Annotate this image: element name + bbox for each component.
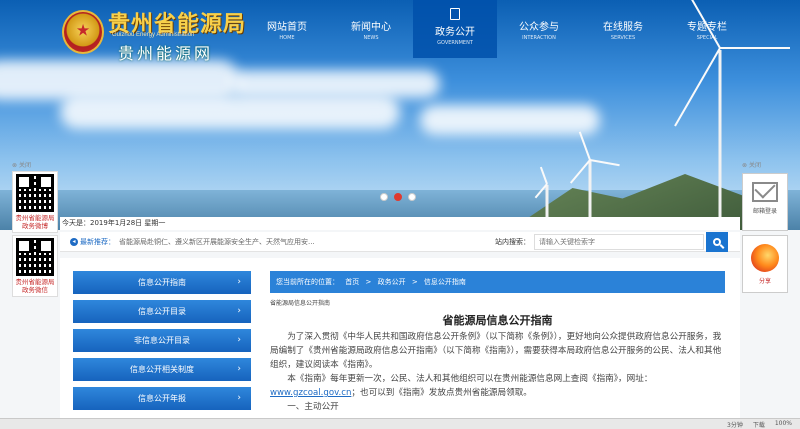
chevron-right-icon: › [237, 335, 241, 345]
article-paragraph: 本《指南》每年更新一次，公民、法人和其他组织可以在贵州能源信息网上查阅《指南》，… [270, 374, 653, 398]
national-emblem-icon: ★ [62, 10, 104, 54]
sidebar-item-label: 信息公开年报 [138, 394, 186, 403]
nav-label: 政务公开 [435, 27, 475, 38]
breadcrumb-sep: > [411, 278, 418, 286]
float-left-panel: ⊗ 关闭 贵州省能源局政务微博 贵州省能源局政务微信 [12, 160, 58, 297]
main-content: 信息公开指南 › 信息公开目录 › 非信息公开目录 › 信息公开相关制度 › 信息公开年… [60, 258, 740, 418]
mail-icon [752, 182, 778, 202]
search-label: 站内搜索： [495, 237, 530, 246]
search-input[interactable] [534, 233, 704, 250]
sidebar-item-annual[interactable]: 信息公开年报 › [73, 387, 251, 410]
speaker-icon: ◂ [70, 237, 78, 246]
news-ticker[interactable]: 省能源局赴铜仁、遵义新区开展能源安全生产、天然气应用安... [119, 237, 359, 247]
nav-label-en: HOME [279, 35, 295, 41]
nav-label-en: SPECIAL [696, 35, 718, 41]
chevron-right-icon: › [237, 277, 241, 287]
site-title-en: Guizhou Energy Administration [112, 32, 195, 38]
nav-label-en: NEWS [363, 35, 379, 41]
site-link[interactable]: www.gzcoal.gov.cn [270, 388, 351, 398]
breadcrumb-current[interactable]: 信息公开指南 [424, 278, 466, 286]
nav-special[interactable]: 专题专栏 SPECIAL [665, 0, 749, 58]
sidebar-item-rules[interactable]: 信息公开相关制度 › [73, 358, 251, 381]
sidebar-item-guide[interactable]: 信息公开指南 › [73, 271, 251, 294]
share-caption: 分享 [758, 278, 771, 285]
qr-caption: 贵州省能源局政务微博 [15, 214, 55, 230]
nav-label: 新闻中心 [351, 22, 391, 33]
chevron-right-icon: › [237, 393, 241, 403]
carousel-dot[interactable] [380, 193, 388, 201]
sidebar-item-label: 信息公开指南 [138, 278, 186, 287]
sidebar-item-label: 非信息公开目录 [134, 336, 190, 345]
search-button[interactable] [706, 231, 728, 252]
nav-label: 网站首页 [267, 22, 307, 33]
breadcrumb-section[interactable]: 政务公开 [378, 278, 406, 286]
nav-label-en: GOVERNMENT [437, 40, 473, 46]
date-bar: 今天是：2019年1月28日 星期一 [60, 217, 740, 230]
float-right-panel: ⊗ 关闭 邮箱登录 分享 [742, 160, 788, 293]
nav-label: 公众参与 [519, 22, 559, 33]
qr-caption: 贵州省能源局政务微信 [15, 278, 55, 294]
nav-label-en: SERVICES [610, 35, 636, 41]
carousel-dot[interactable] [408, 193, 416, 201]
news-bar: ◂ 最新推荐： 省能源局赴铜仁、遵义新区开展能源安全生产、天然气应用安... 站… [60, 231, 740, 252]
sidebar-item-label: 信息公开相关制度 [130, 365, 194, 374]
nav-label: 在线服务 [603, 22, 643, 33]
qr-weibo: 贵州省能源局政务微博 [12, 171, 58, 233]
search-icon [713, 237, 721, 246]
chevron-right-icon: › [237, 364, 241, 374]
nav-news[interactable]: 新闻中心 NEWS [329, 0, 413, 58]
article-body: 为了深入贯彻《中华人民共和国政府信息公开条例》（以下简称《条例》），更好地向公众… [270, 330, 725, 414]
nav-government[interactable]: 政务公开 GOVERNMENT [413, 0, 497, 58]
nav-interaction[interactable]: 公众参与 INTERACTION [497, 0, 581, 58]
article-title: 省能源局信息公开指南 [442, 314, 553, 327]
nav-home[interactable]: 网站首页 HOME [245, 0, 329, 58]
browser-status-bar: 3分钟 下载 100% [0, 418, 800, 429]
document-icon [450, 8, 460, 20]
chevron-right-icon: › [237, 306, 241, 316]
carousel-dot-active[interactable] [394, 193, 402, 201]
nav-label: 专题专栏 [687, 22, 727, 33]
status-item[interactable]: 3分钟 [727, 420, 743, 429]
news-label: ◂ 最新推荐： [70, 237, 115, 247]
nav-services[interactable]: 在线服务 SERVICES [581, 0, 665, 58]
article-paragraph: 为了深入贯彻《中华人民共和国政府信息公开条例》（以下简称《条例》），更好地向公众… [270, 332, 722, 370]
breadcrumb: 您当前所在的位置： 首页 > 政务公开 > 信息公开指南 [270, 271, 725, 293]
news-label-text: 最新推荐： [80, 237, 115, 246]
mail-caption: 邮箱登录 [752, 208, 777, 215]
breadcrumb-sep: > [365, 278, 372, 286]
breadcrumb-prefix: 您当前所在的位置： [276, 278, 339, 286]
zoom-level[interactable]: 100% [775, 420, 792, 429]
mail-login-button[interactable]: 邮箱登录 [742, 173, 788, 231]
carousel-dots [380, 193, 416, 201]
share-icon [751, 244, 779, 272]
qr-wechat: 贵州省能源局政务微信 [12, 235, 58, 297]
article-subcrumb: 省能源局信息公开指南 [270, 300, 331, 307]
close-right[interactable]: ⊗ 关闭 [742, 160, 788, 169]
sidebar-item-catalog[interactable]: 信息公开目录 › [73, 300, 251, 323]
status-item[interactable]: 下载 [753, 420, 765, 429]
qr-code-icon [16, 174, 54, 212]
breadcrumb-home[interactable]: 首页 [345, 278, 359, 286]
article-heading: 一、主动公开 [287, 402, 339, 412]
sidebar: 信息公开指南 › 信息公开目录 › 非信息公开目录 › 信息公开相关制度 › 信息公开年… [73, 271, 251, 416]
sidebar-item-label: 信息公开目录 [138, 307, 186, 316]
sidebar-item-non-public[interactable]: 非信息公开目录 › [73, 329, 251, 352]
qr-code-icon [16, 238, 54, 276]
site-subtitle: 贵州能源网 [118, 44, 214, 63]
close-left[interactable]: ⊗ 关闭 [12, 160, 58, 169]
share-button[interactable]: 分享 [742, 235, 788, 293]
nav-label-en: INTERACTION [522, 35, 556, 41]
banner: ★ 贵州省能源局 Guizhou Energy Administration 贵… [0, 0, 800, 230]
main-nav: 网站首页 HOME 新闻中心 NEWS 政务公开 GOVERNMENT 公众参与… [245, 0, 749, 58]
